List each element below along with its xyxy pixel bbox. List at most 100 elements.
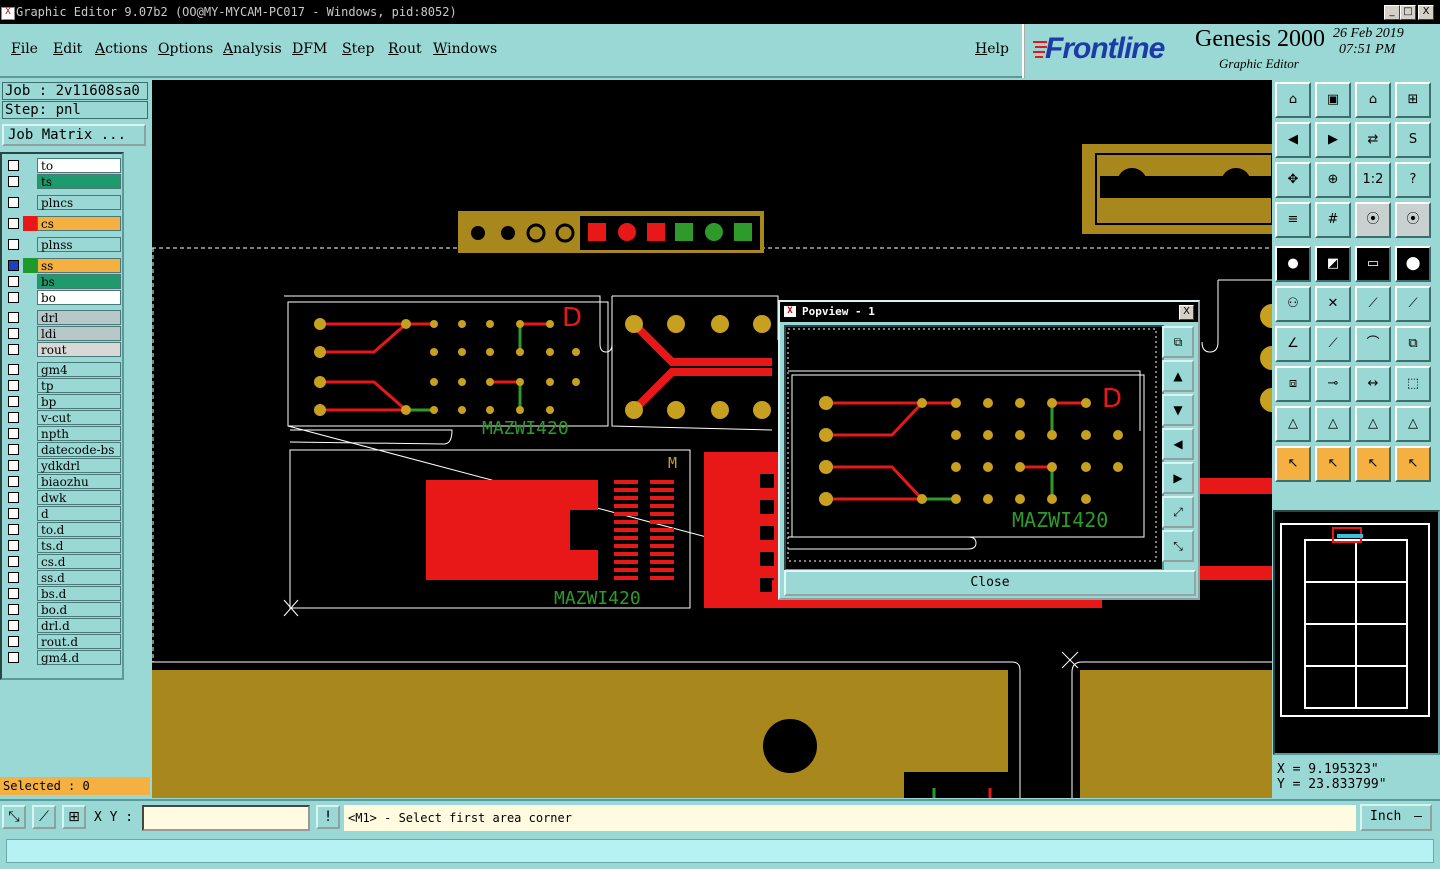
layer-checkbox[interactable] [8, 380, 19, 391]
layer-checkbox[interactable] [8, 160, 19, 171]
net-icon[interactable]: ⚇ [1275, 286, 1311, 322]
layer-color-swatch[interactable] [23, 522, 37, 537]
popview-zoom-out-button[interactable]: ⤡ [1162, 530, 1194, 562]
popview-pan-left-button[interactable]: ◀ [1162, 428, 1194, 460]
layer-row-cs-d[interactable]: cs.d [4, 554, 122, 569]
layer-color-swatch[interactable] [23, 442, 37, 457]
layer-checkbox[interactable] [8, 492, 19, 503]
settings-icon[interactable]: ≡ [1275, 202, 1311, 238]
pad-icon[interactable]: ● [1275, 246, 1311, 282]
layer-row-gm4-d[interactable]: gm4.d [4, 650, 122, 665]
layer-row-ydkdrl[interactable]: ydkdrl [4, 458, 122, 473]
triangle3-icon[interactable]: △ [1355, 406, 1391, 442]
layer-checkbox[interactable] [8, 176, 19, 187]
cross-icon[interactable]: ✕ [1315, 286, 1351, 322]
help-icon[interactable]: ? [1395, 162, 1431, 198]
maximize-button[interactable]: □ [1400, 5, 1416, 20]
layer-name[interactable]: ldi [37, 326, 121, 341]
menu-analysis[interactable]: Analysis [223, 41, 282, 57]
scale-1-2-icon[interactable]: 1:2 [1355, 162, 1391, 198]
layer-color-swatch[interactable] [23, 586, 37, 601]
fit-icon[interactable]: ✥ [1275, 162, 1311, 198]
popview-zoom-button[interactable]: ⧉ [1162, 326, 1194, 358]
layer-checkbox[interactable] [8, 556, 19, 567]
grid-snap-icon[interactable]: ⊞ [62, 805, 86, 829]
layer-name[interactable]: cs.d [37, 554, 121, 569]
pan-left-icon[interactable]: ◀ [1275, 122, 1311, 158]
select-net-icon[interactable]: ↖ [1395, 446, 1431, 482]
layer-checkbox[interactable] [8, 396, 19, 407]
layer-color-swatch[interactable] [23, 326, 37, 341]
layer-name[interactable]: ss.d [37, 570, 121, 585]
layer-color-swatch[interactable] [23, 410, 37, 425]
layer-color-swatch[interactable] [23, 158, 37, 173]
layer-name[interactable]: tp [37, 378, 121, 393]
layer-name[interactable]: plnss [37, 237, 121, 252]
menu-file[interactable]: File [11, 41, 38, 57]
layer-checkbox[interactable] [8, 572, 19, 583]
popview-pan-down-button[interactable]: ▼ [1162, 394, 1194, 426]
menu-windows[interactable]: Windows [433, 41, 497, 57]
snap2-icon[interactable]: ⦿ [1395, 202, 1431, 238]
layer-name[interactable]: to [37, 158, 121, 173]
menu-dfm[interactable]: DFM [292, 41, 327, 57]
alert-icon[interactable]: ! [316, 805, 340, 829]
fillet-icon[interactable]: ⧉ [1395, 326, 1431, 362]
group-icon[interactable]: ⬚ [1395, 366, 1431, 402]
layer-color-swatch[interactable] [23, 394, 37, 409]
layer-checkbox[interactable] [8, 476, 19, 487]
minimize-button[interactable]: _ [1384, 5, 1400, 20]
layer-color-swatch[interactable] [23, 378, 37, 393]
triangle4-icon[interactable]: △ [1395, 406, 1431, 442]
layer-row-npth[interactable]: npth [4, 426, 122, 441]
layer-checkbox[interactable] [8, 312, 19, 323]
surface-icon[interactable]: ◩ [1315, 246, 1351, 282]
layer-row-plnss[interactable]: plnss [4, 237, 122, 252]
select-box-icon[interactable]: ↖ [1315, 446, 1351, 482]
measure-icon[interactable]: ▭ [1355, 246, 1391, 282]
move-icon[interactable]: ⊸ [1315, 366, 1351, 402]
popview-pan-right-button[interactable]: ▶ [1162, 462, 1194, 494]
layer-name[interactable]: to.d [37, 522, 121, 537]
measure-tool-icon[interactable]: ⟋ [32, 805, 56, 829]
layer-color-swatch[interactable] [23, 458, 37, 473]
layer-checkbox[interactable] [8, 412, 19, 423]
zoom-home2-icon[interactable]: ⌂ [1355, 82, 1391, 118]
layer-row-dwk[interactable]: dwk [4, 490, 122, 505]
layer-color-swatch[interactable] [23, 490, 37, 505]
layer-checkbox[interactable] [8, 460, 19, 471]
menu-rout[interactable]: Rout [388, 41, 422, 57]
layer-name[interactable]: bs.d [37, 586, 121, 601]
zoom-area-icon[interactable]: ⤡ [2, 805, 26, 829]
layer-color-swatch[interactable] [23, 506, 37, 521]
unit-selector[interactable]: Inch — [1360, 804, 1432, 831]
layer-checkbox[interactable] [8, 328, 19, 339]
layer-color-swatch[interactable] [23, 634, 37, 649]
layer-color-swatch[interactable] [23, 290, 37, 305]
layer-color-swatch[interactable] [23, 618, 37, 633]
layer-name[interactable]: bo.d [37, 602, 121, 617]
layer-checkbox[interactable] [8, 344, 19, 355]
layer-name[interactable]: drl [37, 310, 121, 325]
layer-row-tp[interactable]: tp [4, 378, 122, 393]
layer-checkbox[interactable] [8, 239, 19, 250]
layer-color-swatch[interactable] [23, 195, 37, 210]
redraw-icon[interactable]: S [1395, 122, 1431, 158]
menu-edit[interactable]: Edit [53, 41, 82, 57]
snap-icon[interactable]: ⦿ [1355, 202, 1391, 238]
layer-name[interactable]: ss [37, 258, 121, 273]
layer-name[interactable]: v-cut [37, 410, 121, 425]
line-pad-icon[interactable]: ⟋ [1355, 286, 1391, 322]
popview-zoom-in-button[interactable]: ⤢ [1162, 496, 1194, 528]
popview-canvas[interactable]: D MAZWI420 [784, 325, 1164, 571]
layer-color-swatch[interactable] [23, 342, 37, 357]
layer-color-swatch[interactable] [23, 310, 37, 325]
layer-checkbox[interactable] [8, 364, 19, 375]
menu-options[interactable]: Options [158, 41, 213, 57]
layer-row-to[interactable]: to [4, 158, 122, 173]
layer-checkbox[interactable] [8, 604, 19, 615]
layer-checkbox[interactable] [8, 428, 19, 439]
circle-icon[interactable]: ⬤ [1395, 246, 1431, 282]
layer-color-swatch[interactable] [23, 650, 37, 665]
layer-name[interactable]: gm4.d [37, 650, 121, 665]
